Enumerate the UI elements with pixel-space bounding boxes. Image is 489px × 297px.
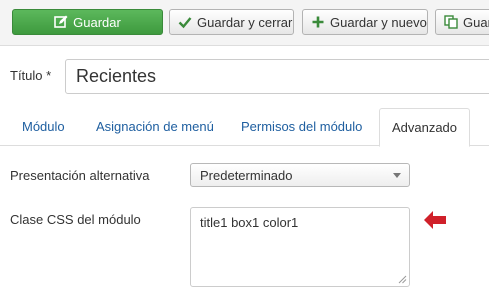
tab-advanced-label: Advanzado xyxy=(391,120,458,135)
save-and-close-label: Guardar y cerrar xyxy=(197,14,293,30)
tab-menu-assignment[interactable]: Asignación de menú xyxy=(96,119,214,134)
tab-bar: Módulo Asignación de menú Permisos del m… xyxy=(0,108,489,147)
toolbar: Guardar Guardar y cerrar Guardar y nuevo… xyxy=(0,0,489,46)
title-label: Título * xyxy=(10,68,52,83)
tab-advanced[interactable]: Advanzado xyxy=(379,108,470,147)
copy-icon xyxy=(444,15,458,29)
title-input[interactable] xyxy=(65,59,489,94)
save-button-label: Guardar xyxy=(73,14,121,30)
check-icon xyxy=(178,17,192,29)
edit-icon xyxy=(54,15,68,28)
tab-module-permissions[interactable]: Permisos del módulo xyxy=(241,119,362,134)
layout-select[interactable]: Predeterminado xyxy=(190,163,410,187)
save-and-close-button[interactable]: Guardar y cerrar xyxy=(169,9,294,35)
plus-icon xyxy=(312,16,324,28)
tab-module[interactable]: Módulo xyxy=(22,119,65,134)
css-class-label: Clase CSS del módulo xyxy=(10,212,141,227)
layout-label: Presentación alternativa xyxy=(10,168,150,183)
resize-grip-icon[interactable] xyxy=(398,275,407,284)
chevron-down-icon xyxy=(393,173,401,178)
css-class-value: title1 box1 color1 xyxy=(200,215,299,230)
layout-select-value: Predeterminado xyxy=(200,168,293,183)
red-arrow-icon xyxy=(424,211,446,229)
save-as-copy-button[interactable]: Guar xyxy=(435,9,489,35)
save-and-new-label: Guardar y nuevo xyxy=(330,14,427,30)
save-and-new-button[interactable]: Guardar y nuevo xyxy=(302,9,428,35)
save-as-copy-label: Guar xyxy=(463,14,489,30)
css-class-textarea[interactable]: title1 box1 color1 xyxy=(190,207,410,287)
save-button[interactable]: Guardar xyxy=(12,9,163,35)
